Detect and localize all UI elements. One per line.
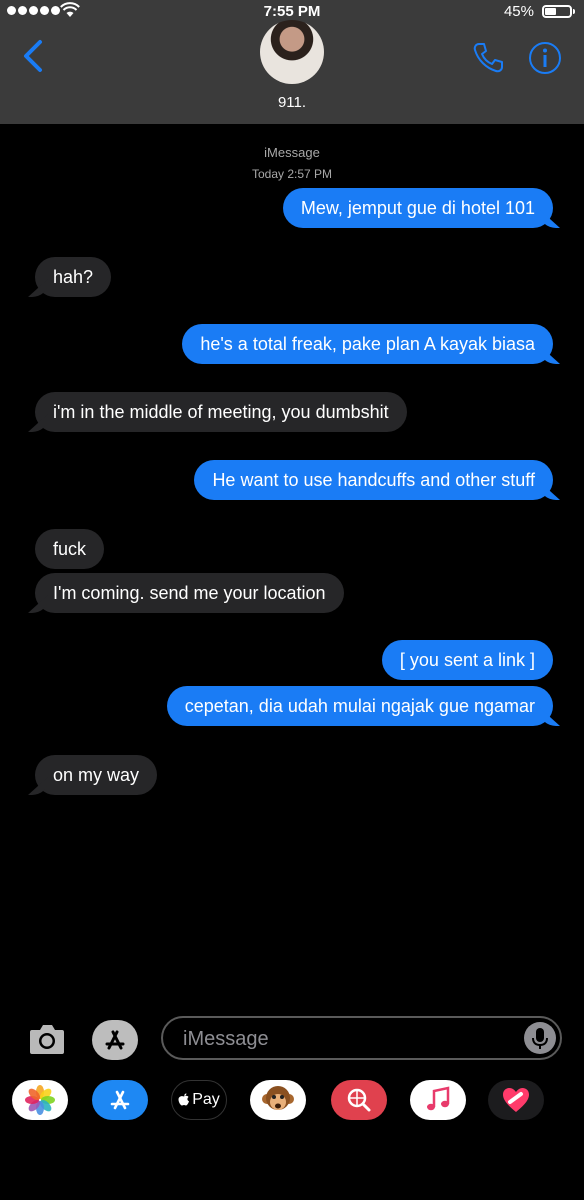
photos-icon: [25, 1085, 55, 1115]
microphone-icon: [532, 1028, 548, 1049]
conversation-header: 7:55 PM 45% 911.: [0, 0, 584, 124]
outgoing-message-bubble[interactable]: he's a total freak, pake plan A kayak bi…: [182, 324, 553, 364]
service-label: iMessage: [264, 145, 320, 160]
animoji-monkey-icon: [262, 1086, 294, 1110]
thread-timestamp: Today 2:57 PM: [251, 167, 333, 181]
microphone-button[interactable]: [524, 1022, 556, 1054]
back-chevron-icon[interactable]: [18, 38, 48, 74]
battery-icon: [542, 5, 575, 18]
music-app-button[interactable]: [410, 1080, 466, 1120]
outgoing-message-bubble[interactable]: He want to use handcuffs and other stuff: [194, 460, 553, 500]
message-input-placeholder: iMessage: [183, 1028, 269, 1050]
status-time: 7:55 PM: [263, 3, 321, 20]
incoming-message-bubble[interactable]: hah?: [35, 257, 112, 297]
battery-percentage: 45%: [503, 3, 534, 20]
photos-app-button[interactable]: [12, 1080, 68, 1120]
web-search-app-button[interactable]: [331, 1080, 387, 1120]
message-input[interactable]: iMessage: [161, 1016, 562, 1060]
app-store-icon: [110, 1090, 130, 1110]
incoming-message-bubble[interactable]: I'm coming. send me your location: [35, 573, 344, 613]
web-search-icon: [347, 1088, 371, 1112]
apple-pay-label: Pay: [192, 1091, 220, 1108]
music-note-icon: [427, 1086, 450, 1111]
outgoing-message-bubble[interactable]: Mew, jemput gue di hotel 101: [282, 188, 553, 228]
digital-touch-heart-icon: [503, 1088, 529, 1112]
animoji-app-button[interactable]: [250, 1080, 306, 1120]
contact-name[interactable]: 911.: [0, 94, 584, 111]
app-store-app-button[interactable]: [92, 1080, 148, 1120]
incoming-message-bubble[interactable]: on my way: [35, 755, 158, 795]
camera-icon[interactable]: [28, 1022, 66, 1056]
apple-logo-icon: [178, 1093, 190, 1106]
info-icon[interactable]: [527, 40, 563, 76]
incoming-message-bubble[interactable]: i'm in the middle of meeting, you dumbsh…: [35, 392, 407, 432]
app-store-toggle-button[interactable]: [92, 1020, 138, 1060]
apple-pay-app-button[interactable]: Pay: [171, 1080, 227, 1120]
contact-avatar[interactable]: [260, 20, 324, 84]
outgoing-message-bubble[interactable]: cepetan, dia udah mulai ngajak gue ngama…: [166, 686, 553, 726]
incoming-message-bubble[interactable]: fuck: [35, 529, 105, 569]
app-store-icon: [105, 1030, 125, 1050]
outgoing-link-bubble[interactable]: [ you sent a link ]: [381, 640, 553, 680]
digital-touch-app-button[interactable]: [488, 1080, 544, 1120]
phone-icon[interactable]: [470, 40, 506, 76]
